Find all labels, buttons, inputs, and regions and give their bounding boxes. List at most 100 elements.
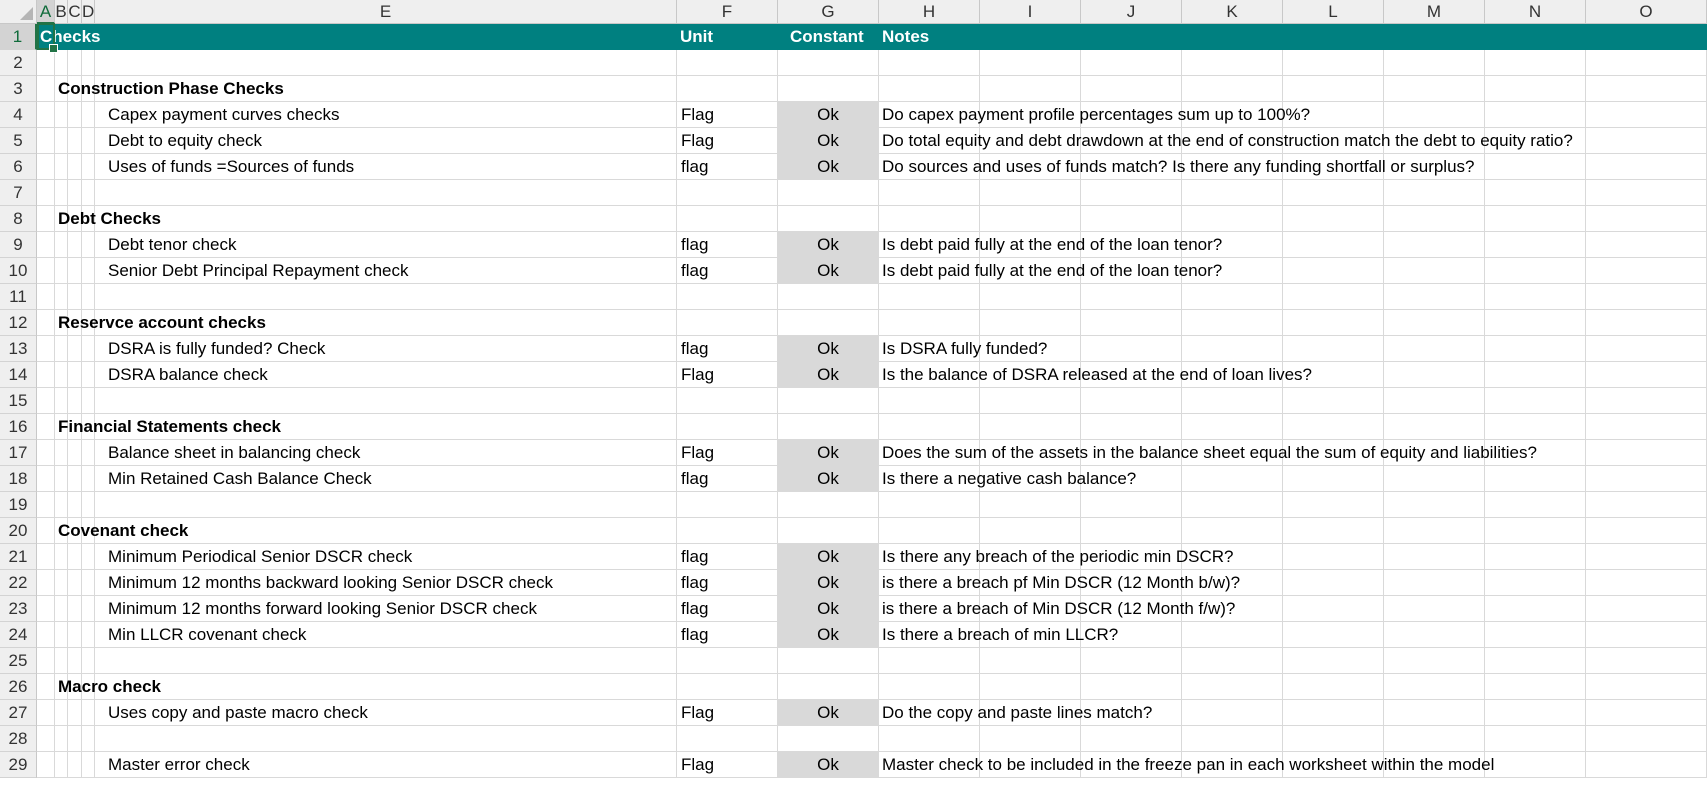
grid-cell[interactable]: [879, 648, 980, 674]
grid-cell[interactable]: [37, 76, 55, 102]
grid-cell[interactable]: [1081, 310, 1182, 336]
grid-cell[interactable]: [55, 492, 68, 518]
grid-cell[interactable]: [879, 518, 980, 544]
grid-cell[interactable]: [82, 258, 95, 284]
row-header-27[interactable]: 27: [0, 700, 37, 726]
grid-cell[interactable]: [68, 622, 82, 648]
grid-cell[interactable]: [677, 518, 778, 544]
note-cell[interactable]: is there a breach pf Min DSCR (12 Month …: [879, 570, 1699, 596]
grid-cell[interactable]: [82, 388, 95, 414]
row-header-23[interactable]: 23: [0, 596, 37, 622]
grid-cell[interactable]: [980, 310, 1081, 336]
check-label[interactable]: Minimum 12 months backward looking Senio…: [105, 570, 675, 596]
header-checks[interactable]: Checks: [40, 24, 100, 50]
note-cell[interactable]: Do the copy and paste lines match?: [879, 700, 1699, 726]
grid-cell[interactable]: [68, 388, 82, 414]
grid-cell[interactable]: [37, 154, 55, 180]
grid-cell[interactable]: [55, 622, 68, 648]
status-cell[interactable]: Ok: [778, 154, 879, 180]
grid-cell[interactable]: [677, 388, 778, 414]
row-header-4[interactable]: 4: [0, 102, 37, 128]
grid-cell[interactable]: [1586, 76, 1707, 102]
grid-cell[interactable]: [980, 518, 1081, 544]
grid-cell[interactable]: [68, 128, 82, 154]
note-cell[interactable]: Do capex payment profile percentages sum…: [879, 102, 1699, 128]
grid-cell[interactable]: [1485, 518, 1586, 544]
grid-cell[interactable]: [1182, 492, 1283, 518]
select-all-corner[interactable]: [0, 0, 37, 24]
grid-cell[interactable]: [68, 284, 82, 310]
grid-cell[interactable]: [82, 232, 95, 258]
grid-cell[interactable]: [980, 180, 1081, 206]
grid-cell[interactable]: [37, 180, 55, 206]
grid-cell[interactable]: [1384, 206, 1485, 232]
grid-cell[interactable]: [37, 258, 55, 284]
grid-cell[interactable]: [55, 752, 68, 778]
grid-cell[interactable]: [879, 180, 980, 206]
unit-cell[interactable]: Flag: [677, 362, 778, 388]
grid-cell[interactable]: [1586, 206, 1707, 232]
grid-cell[interactable]: [55, 570, 68, 596]
grid-cell[interactable]: [1081, 674, 1182, 700]
row-header-3[interactable]: 3: [0, 76, 37, 102]
column-header-j[interactable]: J: [1081, 0, 1182, 24]
grid-cell[interactable]: [1384, 492, 1485, 518]
grid-cell[interactable]: [95, 284, 677, 310]
unit-cell[interactable]: flag: [677, 154, 778, 180]
check-label[interactable]: Min LLCR covenant check: [105, 622, 675, 648]
grid-cell[interactable]: [37, 284, 55, 310]
unit-cell[interactable]: flag: [677, 570, 778, 596]
row-header-18[interactable]: 18: [0, 466, 37, 492]
grid-cell[interactable]: [1283, 518, 1384, 544]
grid-cell[interactable]: [68, 362, 82, 388]
grid-cell[interactable]: [68, 596, 82, 622]
column-header-d[interactable]: D: [82, 0, 95, 24]
check-label[interactable]: Debt tenor check: [105, 232, 675, 258]
grid-cell[interactable]: [1283, 674, 1384, 700]
grid-cell[interactable]: [1586, 518, 1707, 544]
grid-cell[interactable]: [37, 414, 55, 440]
grid-cell[interactable]: [37, 440, 55, 466]
grid-cell[interactable]: [68, 570, 82, 596]
status-cell[interactable]: Ok: [778, 440, 879, 466]
grid-cell[interactable]: [1384, 76, 1485, 102]
grid-cell[interactable]: [1485, 674, 1586, 700]
grid-cell[interactable]: [1081, 180, 1182, 206]
grid-cell[interactable]: [1182, 518, 1283, 544]
note-cell[interactable]: Does the sum of the assets in the balanc…: [879, 440, 1699, 466]
unit-cell[interactable]: Flag: [677, 440, 778, 466]
grid-cell[interactable]: [55, 336, 68, 362]
grid-cell[interactable]: [677, 206, 778, 232]
grid-cell[interactable]: [1283, 76, 1384, 102]
grid-cell[interactable]: [37, 362, 55, 388]
unit-cell[interactable]: flag: [677, 544, 778, 570]
grid-cell[interactable]: [37, 544, 55, 570]
row-header-26[interactable]: 26: [0, 674, 37, 700]
grid-cell[interactable]: [1586, 726, 1707, 752]
grid-cell[interactable]: [82, 466, 95, 492]
grid-cell[interactable]: [55, 596, 68, 622]
grid-cell[interactable]: [1384, 648, 1485, 674]
grid-cell[interactable]: [1182, 180, 1283, 206]
grid-cell[interactable]: [95, 492, 677, 518]
grid-cell[interactable]: [677, 310, 778, 336]
grid-cell[interactable]: [1586, 284, 1707, 310]
grid-cell[interactable]: [1485, 50, 1586, 76]
grid-cell[interactable]: [68, 752, 82, 778]
grid-cell[interactable]: [55, 154, 68, 180]
grid-cell[interactable]: [1081, 284, 1182, 310]
grid-cell[interactable]: [37, 674, 55, 700]
status-cell[interactable]: Ok: [778, 232, 879, 258]
grid-cell[interactable]: [1081, 726, 1182, 752]
grid-cell[interactable]: [37, 232, 55, 258]
grid-cell[interactable]: [68, 336, 82, 362]
unit-cell[interactable]: Flag: [677, 128, 778, 154]
note-cell[interactable]: Is debt paid fully at the end of the loa…: [879, 258, 1699, 284]
grid-cell[interactable]: [82, 50, 95, 76]
grid-cell[interactable]: [1182, 388, 1283, 414]
row-header-8[interactable]: 8: [0, 206, 37, 232]
check-label[interactable]: Uses copy and paste macro check: [105, 700, 675, 726]
grid-cell[interactable]: [37, 206, 55, 232]
unit-cell[interactable]: Flag: [677, 752, 778, 778]
column-header-g[interactable]: G: [778, 0, 879, 24]
